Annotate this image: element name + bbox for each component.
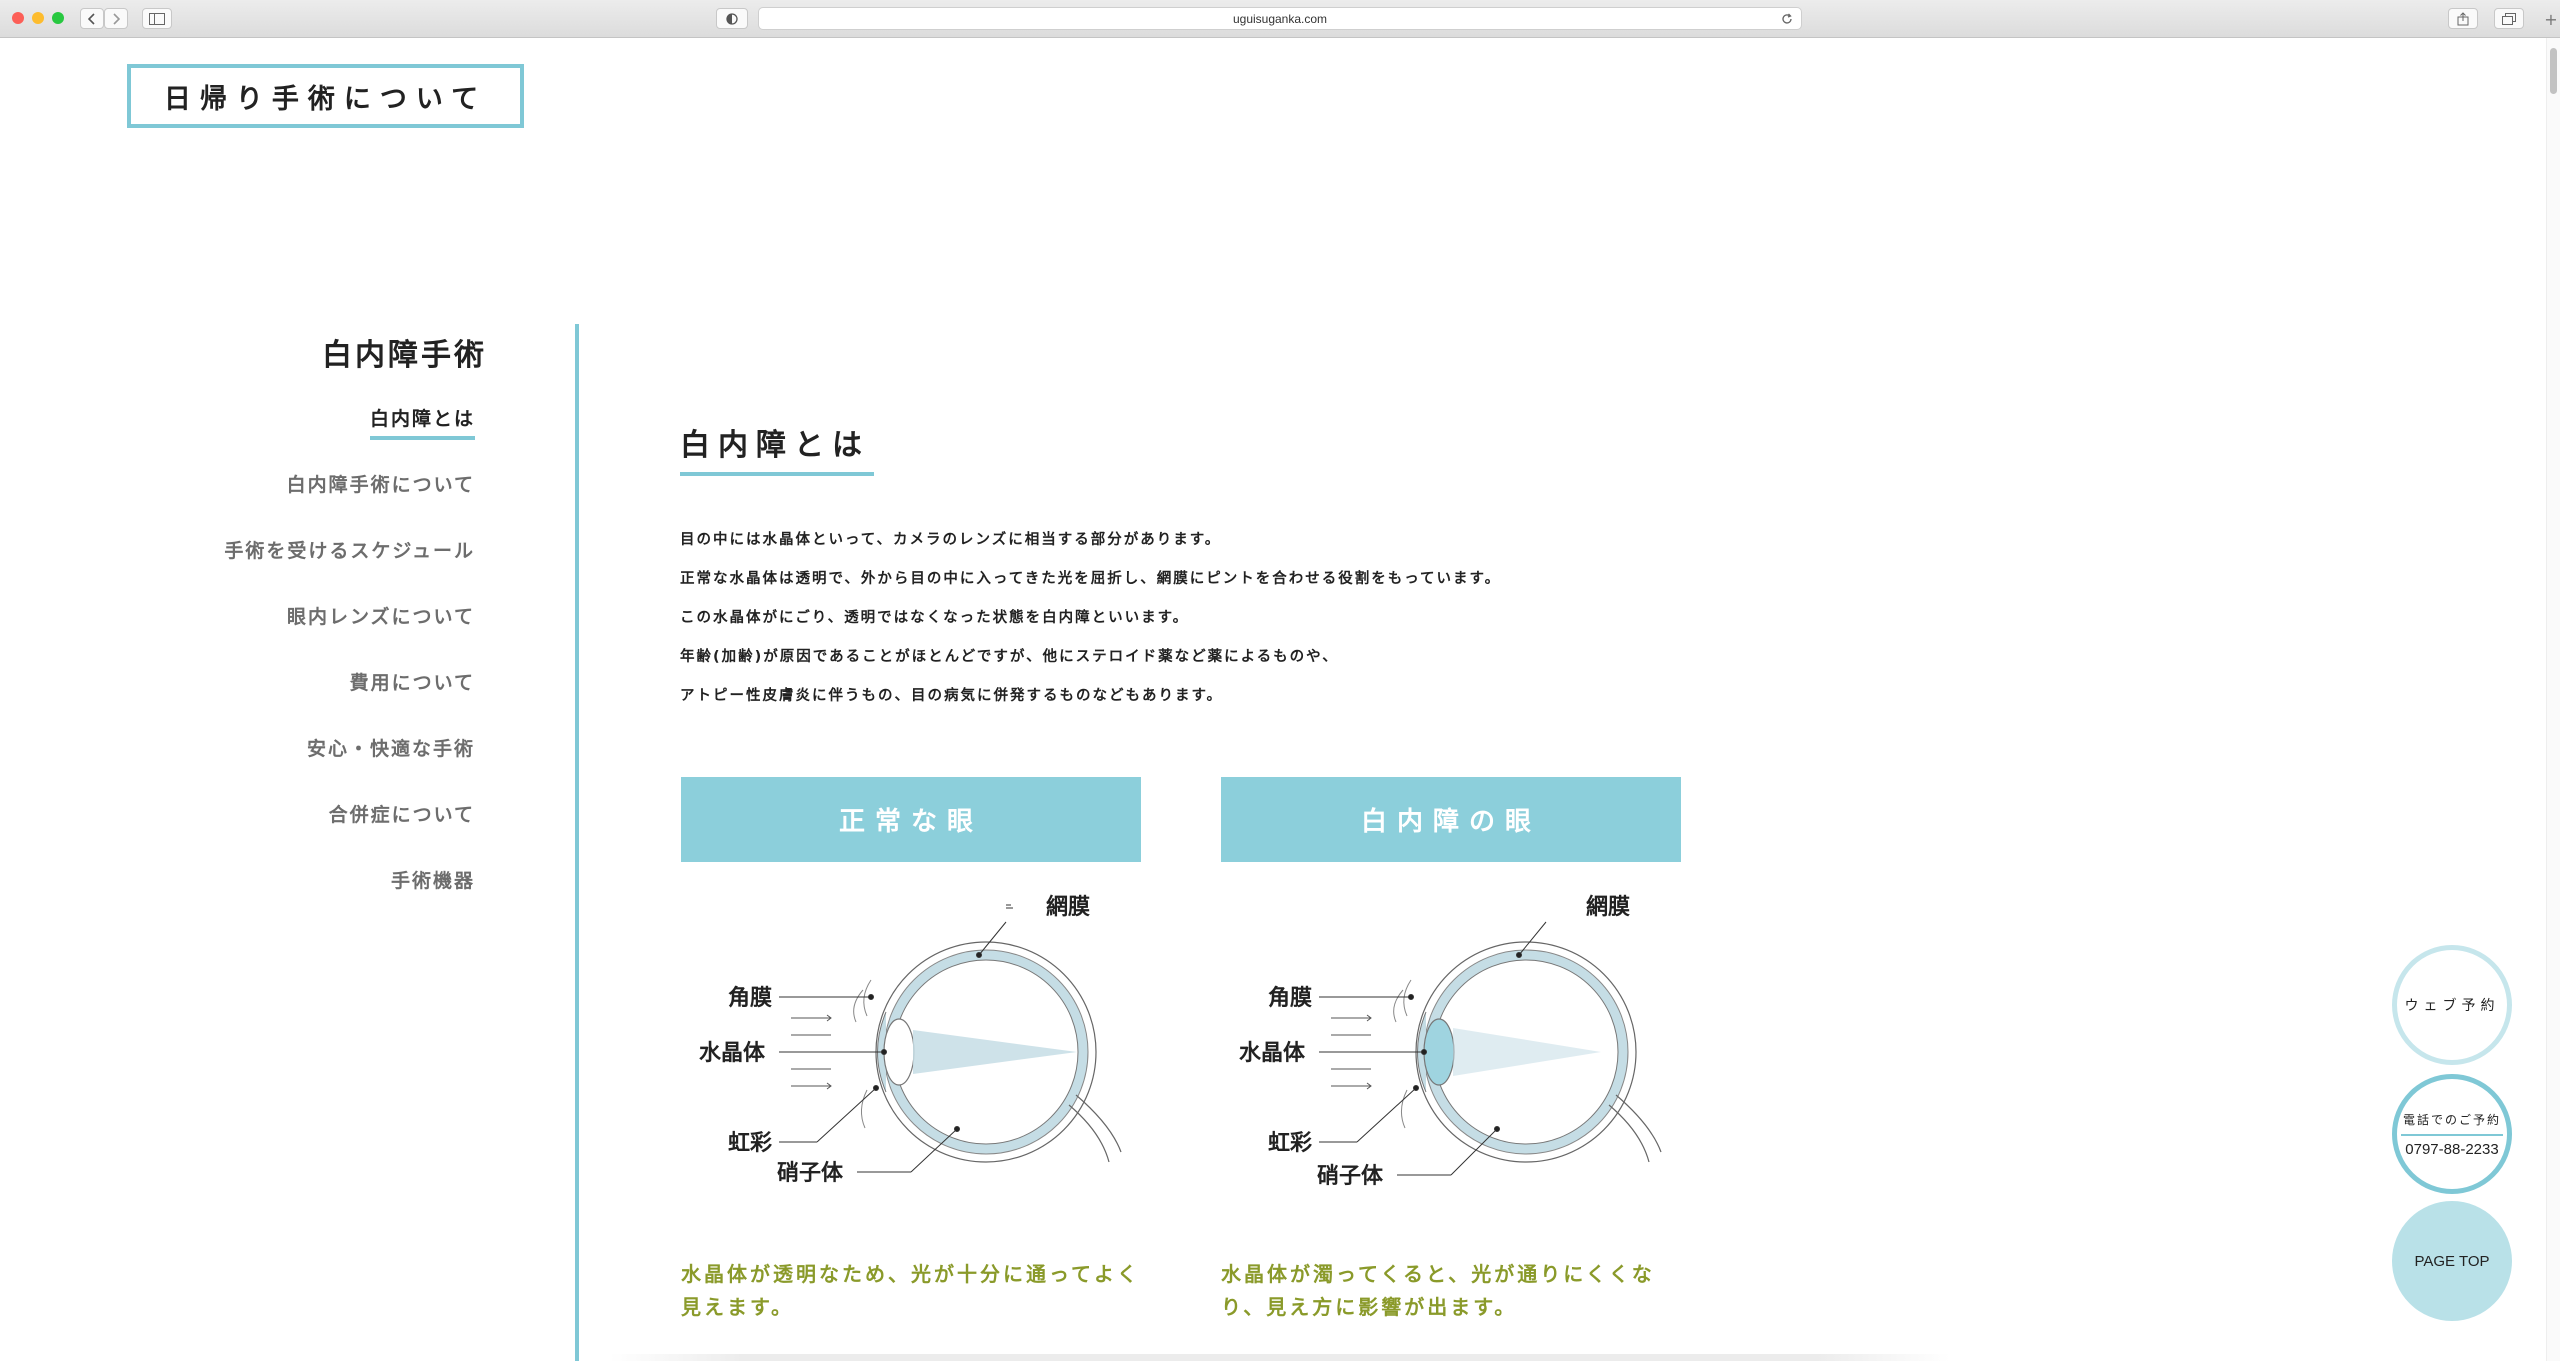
browser-toolbar: uguisuganka.com + (0, 0, 2560, 38)
sidebar-item-intraocular-lens[interactable]: 眼内レンズについて (155, 602, 475, 668)
cornea-label: 角膜 (1268, 985, 1312, 1011)
tabs-overview-button[interactable] (2494, 8, 2524, 29)
minimize-window-button[interactable] (32, 12, 44, 24)
normal-eye-caption: 水晶体が透明なため、光が十分に通ってよく見えます。 (681, 1262, 1140, 1319)
cornea-label: 角膜 (728, 985, 772, 1011)
forward-button[interactable] (104, 8, 128, 29)
iris-label: 虹彩 (1268, 1131, 1312, 1156)
page-category-badge: 日帰り手術について (127, 64, 524, 128)
sidebar-item-label: 白内障とは (369, 408, 475, 440)
sidebar-item-cataract-surgery[interactable]: 白内障手術について (155, 470, 475, 536)
back-button[interactable] (80, 8, 104, 29)
cataract-eye-heading: 白内障の眼 (1221, 777, 1681, 862)
lens-shape (883, 1018, 915, 1086)
paragraph-line: 目の中には水晶体といって、カメラのレンズに相当する部分があります。 (680, 532, 1222, 548)
url-text: uguisuganka.com (1232, 11, 1328, 26)
vitreous-label: 硝子体 (1317, 1163, 1384, 1189)
scrollbar-thumb[interactable] (2550, 48, 2557, 94)
page-top-label: PAGE TOP (2414, 1252, 2490, 1270)
cataract-eye-diagram: 網膜 角膜 水晶体 虹彩 硝子体 (1239, 894, 1662, 1189)
chevron-left-icon (88, 12, 95, 25)
zoom-window-button[interactable] (52, 12, 64, 24)
share-icon (2457, 11, 2469, 25)
sidebar-icon (149, 12, 165, 25)
close-window-button[interactable] (12, 12, 24, 24)
sidebar-item-cataract-overview[interactable]: 白内障とは (155, 404, 475, 470)
reload-icon[interactable] (1779, 11, 1795, 27)
lens-label: 水晶体 (1239, 1041, 1306, 1066)
section-title: 白内障とは (680, 420, 874, 476)
iris-label: 虹彩 (728, 1131, 772, 1156)
intro-paragraph: 目の中には水晶体といって、カメラのレンズに相当する部分があります。 正常な水晶体… (680, 528, 1680, 723)
sidebar-item-schedule[interactable]: 手術を受けるスケジュール (155, 536, 475, 602)
web-reservation-button[interactable]: ウェブ予約 (2392, 945, 2512, 1065)
tabs-icon (2502, 12, 2516, 25)
retina-label: 網膜 (1046, 894, 1090, 920)
phone-reservation-label: 電話でのご予約 (2402, 1112, 2501, 1127)
paragraph-line: アトピー性皮膚炎に伴うもの、目の病気に併発するものなどもあります。 (680, 688, 1224, 704)
sidebar-item-label: 合併症について (328, 804, 475, 826)
sidebar-toggle-button[interactable] (142, 8, 172, 29)
sidebar-item-label: 安心・快適な手術 (306, 738, 475, 760)
cloudy-lens-shape (1423, 1018, 1455, 1086)
phone-number: 0797-88-2233 (2405, 1140, 2499, 1158)
scrollbar-track[interactable] (2546, 38, 2560, 1361)
page-top-button[interactable]: PAGE TOP (2392, 1201, 2512, 1321)
new-tab-button[interactable]: + (2542, 8, 2560, 30)
sidebar-item-label: 手術機器 (390, 870, 475, 892)
sidebar-item-equipment[interactable]: 手術機器 (155, 866, 475, 932)
sidebar-title: 白内障手術 (322, 338, 487, 373)
normal-eye-heading: 正常な眼 (681, 777, 1141, 862)
sidebar-item-safe-surgery[interactable]: 安心・快適な手術 (155, 734, 475, 800)
plus-icon: + (2544, 9, 2558, 29)
phone-reservation-button[interactable]: 電話でのご予約 0797-88-2233 (2392, 1074, 2512, 1194)
sidebar-item-label: 眼内レンズについて (286, 606, 475, 628)
sidebar-item-complications[interactable]: 合併症について (155, 800, 475, 866)
sidebar-divider (575, 324, 579, 1361)
paragraph-line: 正常な水晶体は透明で、外から目の中に入ってきた光を屈折し、網膜にピントを合わせる… (680, 571, 1502, 587)
retina-label: 網膜 (1586, 894, 1630, 920)
chevron-right-icon (113, 12, 120, 25)
content-card-edge (610, 1354, 1950, 1361)
sidebar-item-label: 費用について (349, 672, 475, 694)
normal-eye-diagram: 網膜 角膜 水晶体 虹彩 硝子体 (699, 894, 1122, 1186)
privacy-report-button[interactable] (716, 8, 748, 29)
vitreous-label: 硝子体 (777, 1160, 844, 1186)
sidebar-nav: 白内障とは 白内障手術について 手術を受けるスケジュール 眼内レンズについて 費… (155, 404, 475, 932)
sidebar-item-label: 白内障手術について (286, 474, 475, 496)
share-button[interactable] (2448, 8, 2478, 29)
web-reservation-label: ウェブ予約 (2404, 998, 2500, 1014)
lens-label: 水晶体 (699, 1041, 766, 1066)
paragraph-line: 年齢(加齢)が原因であることがほとんどですが、他にステロイド薬など薬によるものや… (680, 649, 1339, 665)
shield-icon (726, 12, 738, 25)
address-bar[interactable]: uguisuganka.com (758, 7, 1802, 30)
paragraph-line: この水晶体がにごり、透明ではなくなった状態を白内障といいます。 (680, 610, 1190, 626)
sidebar-item-cost[interactable]: 費用について (155, 668, 475, 734)
cataract-eye-caption: 水晶体が濁ってくると、光が通りにくくなり、見え方に影響が出ます。 (1221, 1262, 1655, 1319)
phone-divider (2401, 1133, 2503, 1136)
sidebar-item-label: 手術を受けるスケジュール (224, 540, 475, 562)
